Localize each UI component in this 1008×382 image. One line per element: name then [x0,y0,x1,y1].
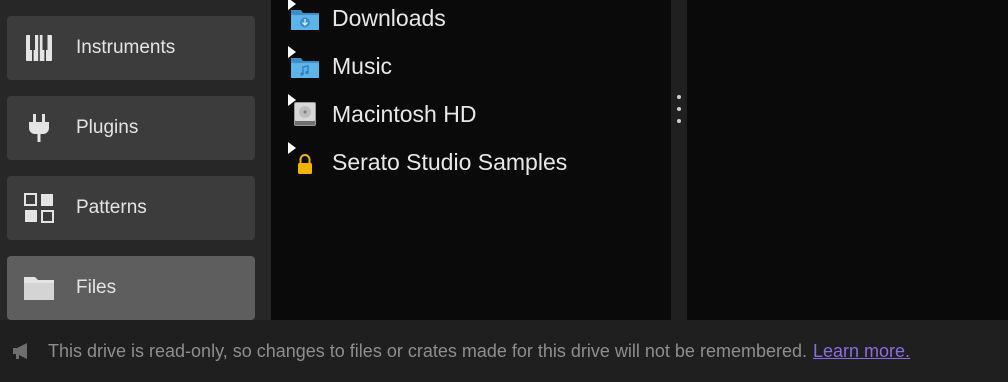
list-item-label: Macintosh HD [332,100,477,127]
megaphone-icon [10,340,32,362]
handle-dot [677,107,681,111]
handle-dot [677,119,681,123]
sidebar-item-patterns[interactable]: Patterns [7,176,255,240]
sidebar-item-instruments[interactable]: Instruments [7,16,255,80]
list-item-label: Music [332,52,393,79]
expand-arrow-icon[interactable] [288,94,296,106]
learn-more-link[interactable]: Learn more. [813,341,910,362]
sidebar-item-label: Files [76,277,117,298]
sidebar-item-label: Instruments [76,37,176,58]
folder-icon [23,272,55,304]
list-item-downloads[interactable]: Downloads [288,0,446,38]
list-item-label: Serato Studio Samples [332,148,568,175]
sidebar-item-plugins[interactable]: Plugins [7,96,255,160]
pane-resize-handle[interactable] [671,0,687,320]
plug-icon [23,112,55,144]
expand-arrow-icon[interactable] [288,46,296,58]
sidebar: Instruments Plugins Patterns Files [0,0,271,320]
list-item-serato-studio-samples[interactable]: Serato Studio Samples [288,142,567,182]
sidebar-item-files[interactable]: Files [7,256,255,320]
sidebar-item-label: Patterns [76,197,147,218]
read-only-notice: This drive is read-only, so changes to f… [0,320,1008,382]
sidebar-item-label: Plugins [76,117,139,138]
notice-text: This drive is read-only, so changes to f… [48,340,807,361]
file-list-pane [687,0,1008,320]
handle-dot [677,95,681,99]
file-browser: Downloads Music Macintosh HD Serato Stud… [271,0,671,320]
expand-arrow-icon[interactable] [288,142,296,154]
expand-arrow-icon[interactable] [288,0,296,10]
grid-icon [23,192,55,224]
piano-icon [23,32,55,64]
list-item-label: Downloads [332,4,446,31]
list-item-macintosh-hd[interactable]: Macintosh HD [288,94,476,134]
list-item-music[interactable]: Music [288,46,392,86]
